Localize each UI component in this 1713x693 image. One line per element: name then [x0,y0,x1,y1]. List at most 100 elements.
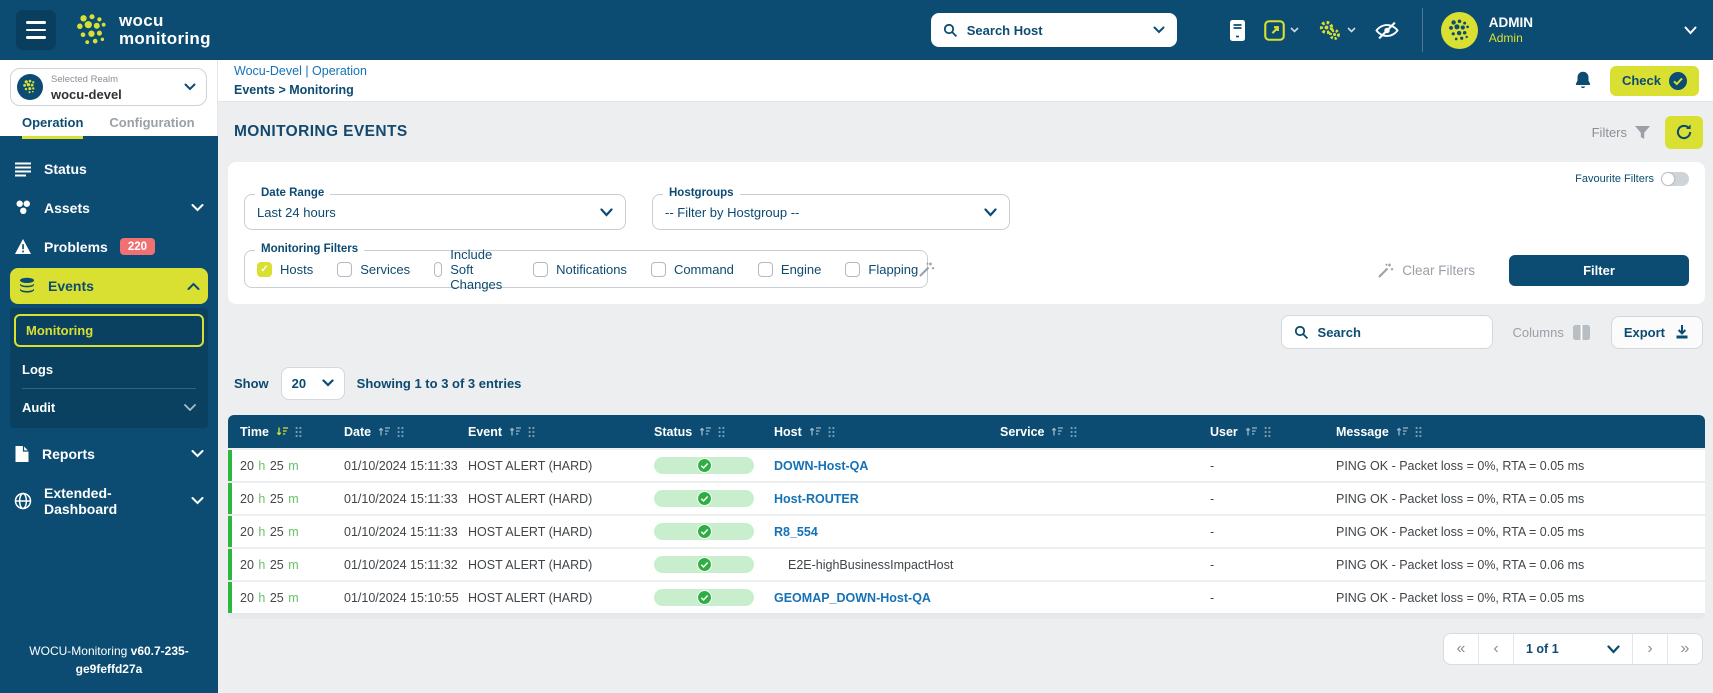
favourite-filters-toggle[interactable] [1661,172,1689,186]
submenu-divider [22,388,196,389]
eye-slash-icon[interactable] [1374,20,1400,41]
column-header-host[interactable]: Host [774,425,1000,439]
column-label: Event [468,424,503,439]
column-drag-handle-icon[interactable] [1415,426,1422,438]
cell-user: - [1210,491,1215,506]
realm-selector[interactable]: Selected Realm wocu-devel [10,68,207,106]
table-row[interactable]: 20 h 25 m 01/10/2024 15:11:33 HOST ALERT (… [228,516,1705,547]
check-button[interactable]: Check [1609,65,1699,96]
column-header-status[interactable]: Status [654,425,774,439]
apply-filter-button[interactable]: Filter [1509,255,1689,286]
filter-checkbox-engine[interactable]: Engine [757,261,821,277]
column-header-message[interactable]: Message [1336,425,1705,439]
date-range-select[interactable]: Date Range Last 24 hours [244,187,626,230]
cell-time: 20 h 25 m [240,524,299,539]
sort-icon[interactable] [699,426,712,437]
column-drag-handle-icon[interactable] [1070,426,1077,438]
sidebar-item-status[interactable]: Status [0,150,218,188]
chevron-down-icon [1684,26,1697,35]
column-drag-handle-icon[interactable] [1264,426,1271,438]
table-row[interactable]: 20 h 25 m 01/10/2024 15:11:32 HOST ALERT (… [228,549,1705,580]
cell-host: E2E-highBusinessImpactHost [774,558,1000,572]
column-drag-handle-icon[interactable] [295,426,302,438]
checkbox-label: Flapping [868,261,919,277]
column-drag-handle-icon[interactable] [397,426,404,438]
column-header-user[interactable]: User [1210,425,1336,439]
page-select[interactable]: 1 of 1 [1514,634,1632,664]
sidebar-item-assets[interactable]: Assets [0,188,218,227]
filter-checkbox-notifications[interactable]: Notifications [533,261,627,277]
submenu-item-audit[interactable]: Audit [10,391,208,424]
column-header-event[interactable]: Event [468,425,654,439]
table-row[interactable]: 20 h 25 m 01/10/2024 15:10:55 HOST ALERT (… [228,582,1705,613]
export-label: Export [1623,324,1665,340]
clear-filters-button[interactable]: Clear Filters [1377,262,1475,279]
sidebar-item-label: Status [44,161,87,177]
sidebar-item-reports[interactable]: Reports [0,434,218,474]
column-label: Date [344,424,372,439]
breadcrumb: Wocu-Devel | Operation Events > Monitori… [234,62,367,98]
columns-button[interactable]: Columns [1513,324,1591,341]
table-row[interactable]: 20 h 25 m 01/10/2024 15:11:33 HOST ALERT (… [228,483,1705,514]
external-apps-menu[interactable] [1263,19,1299,41]
last-page-button[interactable]: » [1667,634,1702,664]
host-link[interactable]: R8_554 [774,525,818,539]
checkbox-label: Hosts [280,261,314,277]
tab-operation[interactable]: Operation [22,115,84,139]
first-page-button[interactable]: « [1444,634,1479,664]
next-page-button[interactable]: › [1632,634,1667,664]
refresh-button[interactable] [1665,115,1703,149]
filter-checkbox-flapping[interactable]: Flapping [845,261,919,277]
column-drag-handle-icon[interactable] [828,426,835,438]
filter-checkbox-hosts[interactable]: ✓ Hosts [257,261,314,277]
sidebar-item-problems[interactable]: Problems 220 [0,227,218,266]
sort-icon[interactable] [1396,426,1408,437]
tab-configuration[interactable]: Configuration [109,115,194,139]
submenu-item-logs[interactable]: Logs [10,353,208,386]
table-row[interactable]: 20 h 25 m 01/10/2024 15:11:33 HOST ALERT (… [228,450,1705,481]
sort-icon[interactable] [1245,426,1257,437]
sidebar-item-events[interactable]: Events [10,268,208,304]
sort-icon[interactable] [276,426,288,437]
kiosk-icon[interactable] [1229,19,1246,42]
host-link[interactable]: GEOMAP_DOWN-Host-QA [774,591,931,605]
sidebar-item-extended-dashboard[interactable]: Extended-Dashboard [0,474,218,528]
sort-icon[interactable] [1051,426,1064,437]
cell-user: - [1210,557,1215,572]
hamburger-menu-button[interactable] [16,10,56,50]
column-header-date[interactable]: Date [344,425,468,439]
page-size-select[interactable]: 20 [280,366,345,400]
sort-icon[interactable] [378,426,391,437]
search-host-combobox[interactable] [930,13,1177,47]
filter-checkbox-services[interactable]: Services [337,261,410,277]
user-menu[interactable]: ADMIN Admin [1440,11,1697,49]
host-link[interactable]: DOWN-Host-QA [774,459,868,473]
export-button[interactable]: Export [1610,315,1703,349]
host-link[interactable]: Host-ROUTER [774,492,859,506]
chevron-down-icon[interactable] [1153,26,1165,34]
sort-icon[interactable] [809,426,821,437]
hostgroups-select[interactable]: Hostgroups -- Filter by Hostgroup -- [652,187,1010,230]
settings-gears-menu[interactable] [1317,19,1356,42]
table-search[interactable] [1280,315,1493,349]
wand-icon[interactable] [918,261,935,278]
refresh-icon [1675,123,1693,141]
column-drag-handle-icon[interactable] [528,426,535,438]
submenu-item-monitoring[interactable]: Monitoring [14,314,204,347]
brand-logo: wocu monitoring [74,11,211,49]
column-header-time[interactable]: Time [240,425,344,439]
search-host-input[interactable] [966,22,1144,38]
column-header-service[interactable]: Service [1000,425,1210,439]
cell-message: PING OK - Packet loss = 0%, RTA = 0.05 m… [1336,590,1585,605]
bell-icon[interactable] [1572,69,1594,92]
sidebar-item-label: Assets [44,199,90,216]
column-drag-handle-icon[interactable] [718,426,725,438]
filter-checkbox-include-soft-changes[interactable]: Include Soft Changes [434,247,509,292]
filter-checkbox-command[interactable]: Command [650,261,734,277]
sort-icon[interactable] [509,426,522,437]
previous-page-button[interactable]: ‹ [1479,634,1514,664]
filters-toggle[interactable]: Filters [1592,125,1651,140]
table-search-input[interactable] [1317,324,1493,340]
breadcrumb-realm-operation[interactable]: Wocu-Devel | Operation [234,62,367,80]
cell-time: 20 h 25 m [240,491,299,506]
